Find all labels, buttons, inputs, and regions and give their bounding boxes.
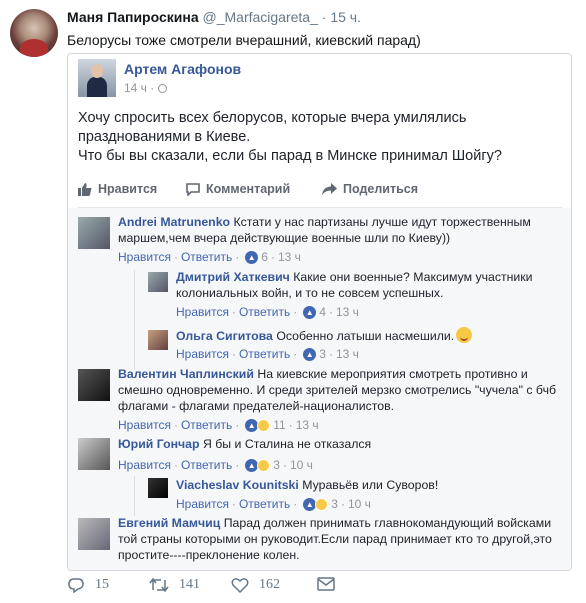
like-icon: ▲ — [303, 305, 317, 319]
comment-meta: Нравится · Ответить · ▲ 3 · 10 ч — [176, 497, 371, 511]
commenter-name: Andrei Matrunenko — [118, 215, 231, 229]
like-icon: ▲ — [303, 347, 317, 361]
comments-section: Andrei Matrunenko Кстати у нас партизаны… — [68, 208, 571, 570]
direct-message-button[interactable] — [317, 577, 335, 591]
comment-text: Я бы и Сталина не отказался — [202, 437, 372, 451]
comment-meta: Нравится · Ответить · ▲ 11 · 13 ч — [118, 418, 319, 432]
comment-meta: Нравится · Ответить · ▲ 3 · 13 ч — [176, 347, 359, 361]
fb-share-action: Поделиться — [322, 182, 418, 196]
facebook-screenshot: Артем Агафонов 14 ч · Хочу спросить всех… — [67, 53, 572, 571]
fb-like-action: Нравится — [78, 182, 157, 196]
smile-emoji-icon — [456, 327, 473, 343]
comment: Евгений Мамчиц Парад должен принимать гл… — [118, 515, 558, 563]
reply-thread-line — [134, 270, 135, 370]
comment: Viacheslav Kounitski Муравьёв или Суворо… — [176, 477, 556, 493]
haha-icon — [257, 458, 271, 472]
fb-post-time: 14 ч · — [124, 81, 168, 95]
like-count: 162 — [259, 577, 280, 592]
reply-thread-line — [134, 476, 135, 516]
fb-post-body: Хочу спросить всех белорусов, которые вч… — [78, 109, 558, 166]
commenter-name: Евгений Мамчиц — [118, 516, 221, 530]
retweet-count: 141 — [179, 577, 200, 592]
commenter-name: Дмитрий Хаткевич — [176, 270, 290, 284]
comment: Andrei Matrunenko Кстати у нас партизаны… — [118, 214, 558, 246]
commenter-avatar — [148, 330, 168, 350]
haha-icon — [257, 418, 271, 432]
fb-post-line: Что бы вы сказали, если бы парад в Минск… — [78, 148, 502, 164]
comment-text: Особенно латыши насмешили. — [276, 329, 455, 343]
comment-meta: Нравится · Ответить · ▲ 4 · 13 ч — [176, 305, 359, 319]
commenter-name: Ольга Сигитова — [176, 329, 273, 343]
comment: Валентин Чаплинский На киевские мероприя… — [118, 366, 558, 414]
like-button[interactable]: 162 — [231, 577, 280, 593]
share-icon — [322, 182, 337, 195]
retweet-button[interactable]: 141 — [149, 577, 200, 593]
commenter-avatar — [148, 272, 168, 292]
fb-author-avatar — [78, 59, 116, 97]
tweet-header: Маня Папироскина @_Marfacigareta_ · 15 ч… — [67, 9, 361, 25]
commenter-name: Viacheslav Kounitski — [176, 478, 299, 492]
globe-icon — [158, 84, 168, 93]
haha-icon — [315, 497, 329, 511]
comment-meta: Нравится · Ответить · ▲ 3 · 10 ч — [118, 458, 313, 472]
like-icon: ▲ — [245, 250, 259, 264]
comment-icon — [186, 182, 200, 196]
fb-comment-action: Комментарий — [186, 182, 290, 196]
retweet-icon — [149, 577, 169, 593]
author-handle[interactable]: @_Marfacigareta_ — [203, 9, 318, 25]
commenter-avatar — [148, 478, 168, 498]
commenter-avatar — [78, 438, 110, 470]
reply-button[interactable]: 15 — [67, 577, 109, 593]
commenter-avatar — [78, 217, 110, 249]
author-avatar[interactable] — [10, 9, 58, 57]
commenter-name: Юрий Гончар — [118, 437, 200, 451]
comment: Юрий Гончар Я бы и Сталина не отказался — [118, 436, 558, 452]
fb-actions: Нравится Комментарий Поделиться — [68, 182, 571, 204]
author-name[interactable]: Маня Папироскина — [67, 9, 199, 25]
tweet-text: Белорусы тоже смотрели вчерашний, киевск… — [67, 32, 421, 48]
envelope-icon — [317, 577, 335, 591]
comment-text: Муравьёв или Суворов! — [302, 478, 439, 492]
tweet-actions: 15 141 162 — [67, 577, 547, 597]
comment: Дмитрий Хаткевич Какие они военные? Макс… — [176, 269, 556, 301]
reply-count: 15 — [95, 577, 109, 592]
comment-meta: Нравится · Ответить · ▲ 6 · 13 ч — [118, 250, 301, 264]
reply-icon — [68, 578, 84, 593]
thumbs-up-icon — [78, 183, 92, 196]
commenter-avatar — [78, 369, 110, 401]
commenter-name: Валентин Чаплинский — [118, 367, 254, 381]
tweet-time[interactable]: · 15 ч. — [322, 9, 361, 25]
comment: Ольга Сигитова Особенно латыши насмешили… — [176, 327, 556, 344]
fb-post-author: Артем Агафонов — [124, 61, 242, 77]
fb-post-line: Хочу спросить всех белорусов, которые вч… — [78, 110, 467, 145]
commenter-avatar — [78, 518, 110, 550]
heart-icon — [231, 578, 249, 593]
